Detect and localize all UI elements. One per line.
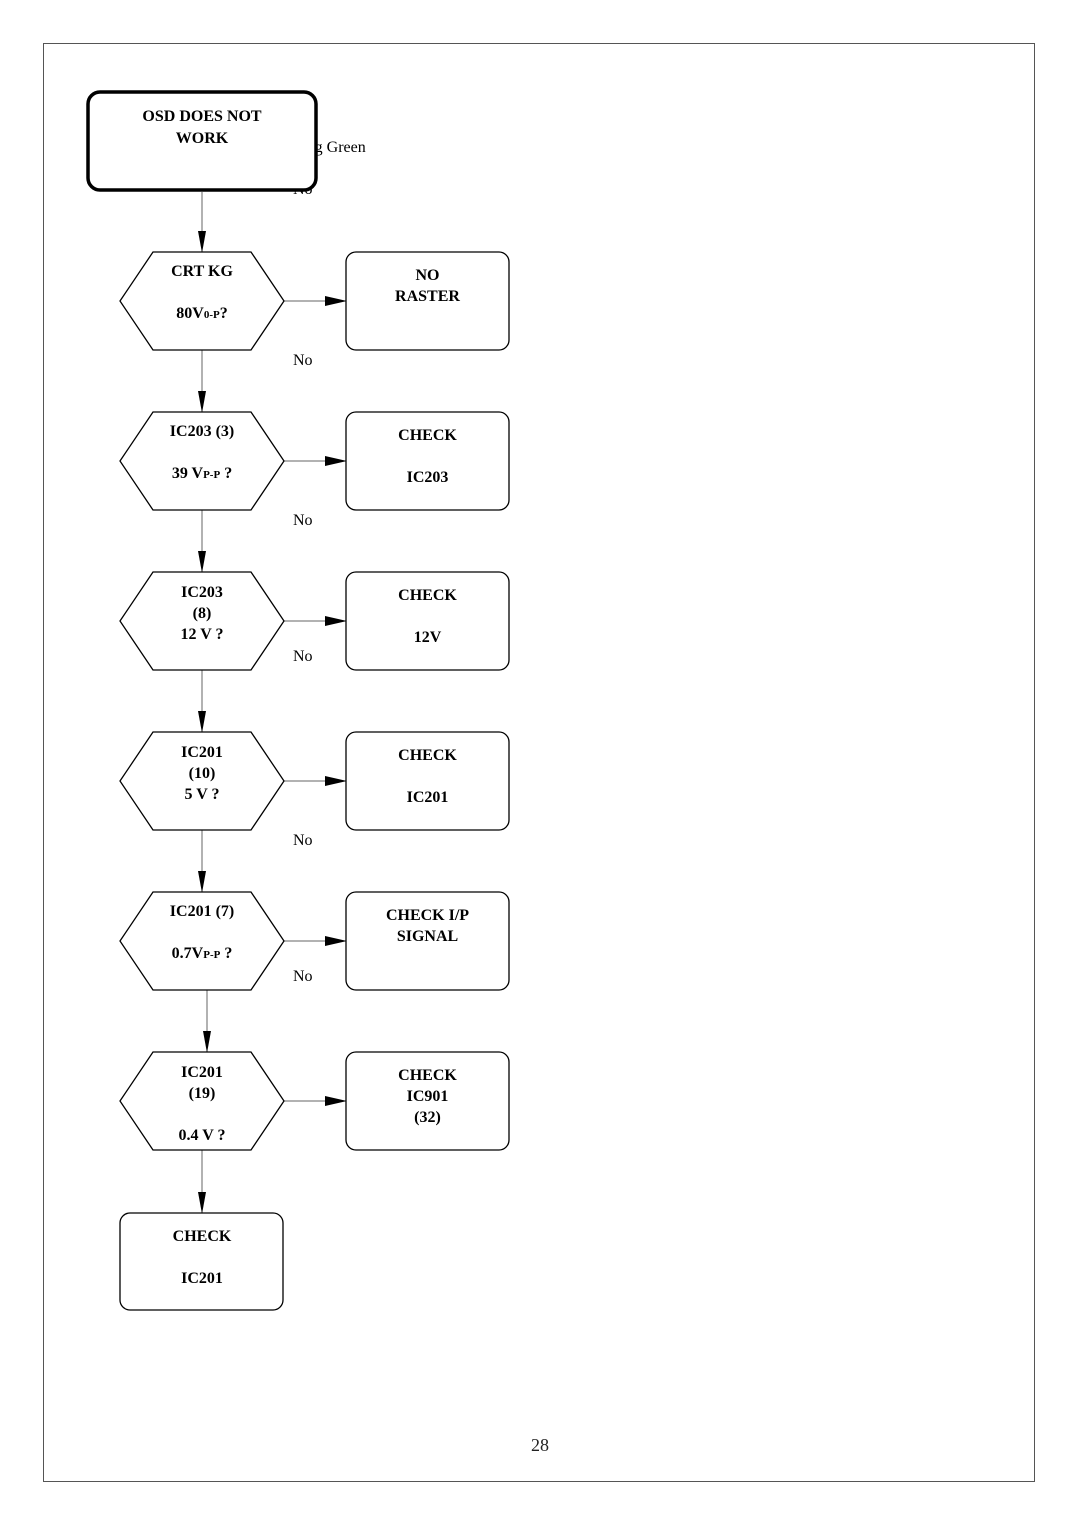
action-box-label: IC203 [407,469,449,486]
flowchart: sing Green No NoCRT KG80V0-P?NORASTERNoI… [86,90,510,1311]
action-box-label: IC201 [407,789,449,806]
action-box-label: CHECK [398,587,457,604]
start-box-label: OSD DOES NOT [142,108,261,125]
decision-label-line: (10) [189,765,216,782]
action-box-label: NO [416,267,440,284]
end-box-label: IC201 [181,1270,223,1287]
action-box-ic201-19: CHECK IC901 (32) [345,1051,510,1151]
action-box-label: RASTER [395,288,460,305]
start-box: OSD DOES NOT WORK [86,90,318,192]
branch-label-no: No [293,832,313,849]
page-number: 28 [531,1435,549,1455]
end-box: CHECK IC201 [119,1212,284,1311]
action-box-label: CHECK [398,427,457,444]
action-box-label: (32) [414,1109,441,1126]
action-box-ic203-8: CHECK 12V [345,571,510,671]
branch-label-no: No [293,648,313,665]
action-box-label: SIGNAL [397,928,458,945]
subscript: P-P [203,949,220,961]
action-box-crt-kg: NO RASTER [345,251,510,351]
action-box-ic203-3: CHECK IC203 [345,411,510,511]
action-box-label: 12V [414,629,442,646]
action-box-label: IC901 [407,1088,449,1105]
action-box-ic201-7: CHECK I/P SIGNAL [345,891,510,991]
branch-label-no: No [293,512,313,529]
branch-label-no: No [293,968,313,985]
decision-label-line: 12 V ? [181,626,224,643]
subscript: P-P [203,469,220,481]
start-box-label: WORK [176,130,229,147]
decision-label-line: IC201 [181,744,223,761]
decision-label-line: 0.7VP-P ? [172,945,233,962]
decision-label-line: 5 V ? [185,786,220,803]
decision-label-line: 0.4 V ? [179,1127,226,1144]
end-box-label: CHECK [173,1228,232,1245]
decision-label-line: 80V0-P? [176,305,227,322]
action-box-label: CHECK [398,747,457,764]
decision-label-line: IC203 (3) [170,423,234,440]
decision-label-line: 39 VP-P ? [172,465,232,482]
decision-label-line: IC203 [181,584,223,601]
decision-label-line: CRT KG [171,263,233,280]
branch-label-no: No [293,352,313,369]
decision-label-line: (19) [189,1085,216,1102]
action-box-label: CHECK I/P [386,907,469,924]
action-box-label: CHECK [398,1067,457,1084]
decision-label-line: (8) [193,605,212,622]
subscript: 0-P [204,309,220,321]
action-box-ic201-10: CHECK IC201 [345,731,510,831]
decision-label-line: IC201 (7) [170,903,234,920]
decision-label-line: IC201 [181,1064,223,1081]
